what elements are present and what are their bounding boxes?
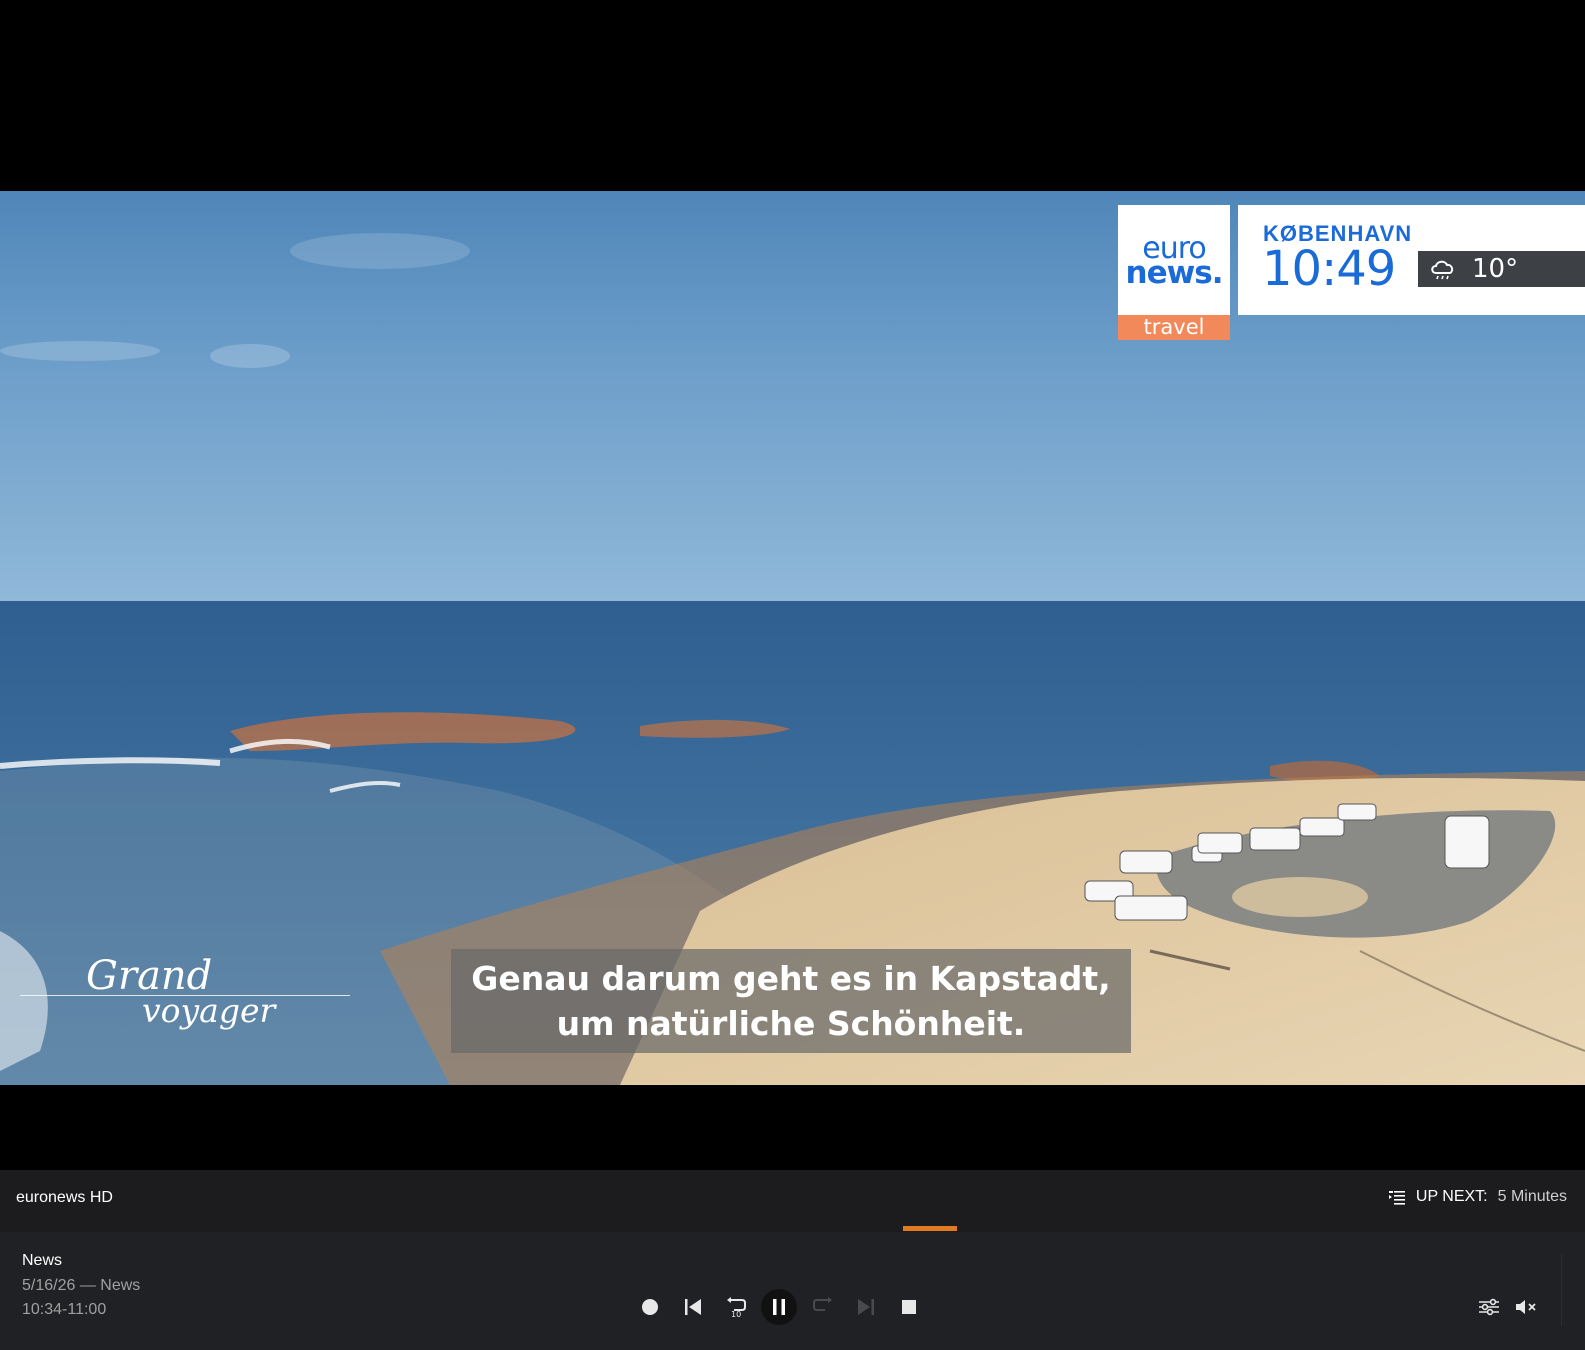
up-next-label: UP NEXT:	[1415, 1188, 1488, 1205]
euronews-logo: euro news.	[1118, 205, 1230, 315]
temperature: 10°	[1472, 254, 1519, 284]
mute-icon	[1516, 1300, 1536, 1314]
pause-icon	[773, 1299, 785, 1315]
skip-next-icon	[858, 1299, 874, 1315]
pause-button[interactable]	[761, 1289, 797, 1325]
controls-bar: News 5/16/26 — News 10:34-11:00 10	[0, 1232, 1585, 1350]
svg-text:10: 10	[731, 1310, 741, 1318]
clock-time: 10:49	[1262, 241, 1396, 297]
info-bar: euronews HD UP NEXT: 5 Minutes	[0, 1170, 1585, 1226]
program-time: 10:34-11:00	[22, 1301, 107, 1318]
program-meta: 5/16/26 — News	[22, 1277, 141, 1294]
record-button[interactable]	[632, 1289, 668, 1325]
queue-list-icon[interactable]	[1388, 1189, 1406, 1205]
program-title: News	[22, 1252, 63, 1269]
progress-fill	[903, 1226, 957, 1231]
skip-previous-button[interactable]	[675, 1289, 711, 1325]
logo-travel-badge: travel	[1118, 315, 1230, 340]
subtitle-box: Genau darum geht es in Kapstadt, um natü…	[451, 949, 1131, 1053]
forward-10-icon	[813, 1297, 832, 1311]
cloud-rain-icon	[1431, 260, 1454, 280]
stop-icon	[902, 1300, 916, 1314]
subtitle-line1: Genau darum geht es in Kapstadt,	[471, 959, 1111, 998]
stop-button[interactable]	[891, 1289, 927, 1325]
record-icon	[642, 1299, 658, 1315]
video-frame[interactable]: euro news. travel KØBENHAVN 10:49 10° Gr…	[0, 191, 1585, 1085]
replay-10-button[interactable]: 10	[718, 1289, 754, 1325]
skip-next-button[interactable]	[848, 1289, 884, 1325]
channel-name: euronews HD	[16, 1189, 113, 1206]
city-clock-panel: KØBENHAVN 10:49 10°	[1238, 205, 1585, 315]
up-next[interactable]: UP NEXT: 5 Minutes	[1388, 1188, 1567, 1206]
replay-10-icon: 10	[727, 1297, 746, 1318]
weather-box: 10°	[1418, 251, 1585, 287]
show-logo: Grand voyager	[20, 951, 350, 1041]
settings-sliders-icon	[1479, 1298, 1499, 1316]
video-area[interactable]: euro news. travel KØBENHAVN 10:49 10° Gr…	[0, 0, 1585, 1170]
skip-previous-icon	[685, 1299, 701, 1315]
controls-divider	[1561, 1254, 1562, 1326]
settings-button[interactable]	[1471, 1289, 1507, 1325]
show-logo-line2: voyager	[142, 991, 276, 1030]
subtitle-line2: um natürliche Schönheit.	[556, 1004, 1026, 1043]
up-next-value: 5 Minutes	[1497, 1188, 1567, 1205]
logo-news-text: news.	[1125, 255, 1224, 291]
forward-10-button[interactable]	[805, 1289, 841, 1325]
mute-button[interactable]	[1508, 1289, 1544, 1325]
